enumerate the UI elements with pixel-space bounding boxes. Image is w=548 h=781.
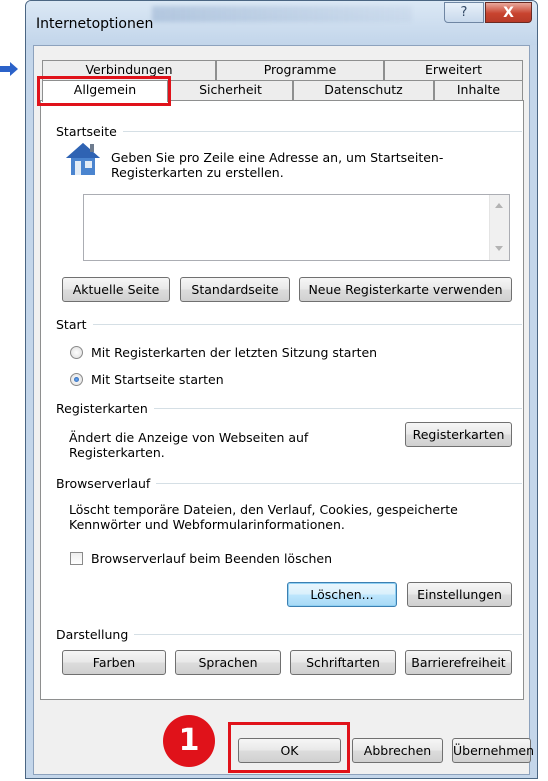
annotation-arrow-icon xyxy=(0,62,18,76)
help-icon: ? xyxy=(460,5,468,20)
radio-label-homepage: Mit Startseite starten xyxy=(91,372,224,387)
tab-inhalte[interactable]: Inhalte xyxy=(434,80,523,100)
registerkarten-description: Ändert die Anzeige von Webseiten auf Reg… xyxy=(69,430,309,460)
colors-button[interactable]: Farben xyxy=(62,650,166,675)
close-icon: X xyxy=(503,4,514,21)
homepage-textarea[interactable] xyxy=(83,194,510,261)
default-page-button[interactable]: Standardseite xyxy=(180,277,290,302)
group-label-start: Start xyxy=(56,317,93,332)
apply-button[interactable]: Übernehmen xyxy=(452,738,534,763)
cancel-button[interactable]: Abbrechen xyxy=(352,738,443,763)
group-label-darstellung: Darstellung xyxy=(56,627,135,642)
tab-label: Erweitert xyxy=(424,62,483,77)
step-number-badge: 1 xyxy=(163,715,215,767)
languages-button[interactable]: Sprachen xyxy=(175,650,281,675)
tab-erweitert[interactable]: Erweitert xyxy=(384,60,523,80)
tab-label: Inhalte xyxy=(456,82,501,97)
help-button[interactable]: ? xyxy=(444,2,484,23)
group-divider xyxy=(56,131,522,132)
fonts-button[interactable]: Schriftarten xyxy=(290,650,396,675)
tab-label: Verbindungen xyxy=(85,62,173,77)
startseite-description: Geben Sie pro Zeile eine Adresse an, um … xyxy=(111,150,444,180)
radio-last-session[interactable] xyxy=(70,346,83,359)
tab-panel-allgemein xyxy=(40,100,524,700)
tab-datenschutz[interactable]: Datenschutz xyxy=(293,80,434,100)
annotation-highlight-tab xyxy=(37,76,171,106)
home-icon xyxy=(66,143,100,175)
delete-history-button[interactable]: Löschen... xyxy=(287,582,397,607)
tabs-settings-button[interactable]: Registerkarten xyxy=(405,422,512,447)
scroll-up-icon[interactable] xyxy=(493,200,505,210)
history-settings-button[interactable]: Einstellungen xyxy=(407,582,512,607)
delete-on-exit-checkbox[interactable] xyxy=(70,552,83,565)
close-button[interactable]: X xyxy=(485,2,532,23)
new-tab-button[interactable]: Neue Registerkarte verwenden xyxy=(299,277,512,302)
group-divider xyxy=(56,324,522,325)
current-page-button[interactable]: Aktuelle Seite xyxy=(62,277,170,302)
radio-selected-dot xyxy=(74,377,79,382)
tab-label: Programme xyxy=(263,62,337,77)
accessibility-button[interactable]: Barrierefreiheit xyxy=(405,650,512,675)
scroll-down-icon[interactable] xyxy=(493,244,505,254)
tab-label: Datenschutz xyxy=(324,82,403,97)
background-taskbar-blur xyxy=(152,6,412,22)
window-title: Internetoptionen xyxy=(36,16,154,32)
group-label-startseite: Startseite xyxy=(56,124,123,139)
radio-homepage[interactable] xyxy=(70,373,83,386)
annotation-highlight-ok xyxy=(228,722,350,773)
group-label-browserverlauf: Browserverlauf xyxy=(56,476,157,491)
group-label-registerkarten: Registerkarten xyxy=(56,401,154,416)
tab-label: Sicherheit xyxy=(199,82,262,97)
delete-on-exit-label: Browserverlauf beim Beenden löschen xyxy=(91,551,332,566)
tab-sicherheit[interactable]: Sicherheit xyxy=(168,80,293,100)
browserverlauf-description: Löscht temporäre Dateien, den Verlauf, C… xyxy=(69,502,458,532)
tab-programme[interactable]: Programme xyxy=(216,60,384,80)
radio-label-last-session: Mit Registerkarten der letzten Sitzung s… xyxy=(91,345,378,360)
